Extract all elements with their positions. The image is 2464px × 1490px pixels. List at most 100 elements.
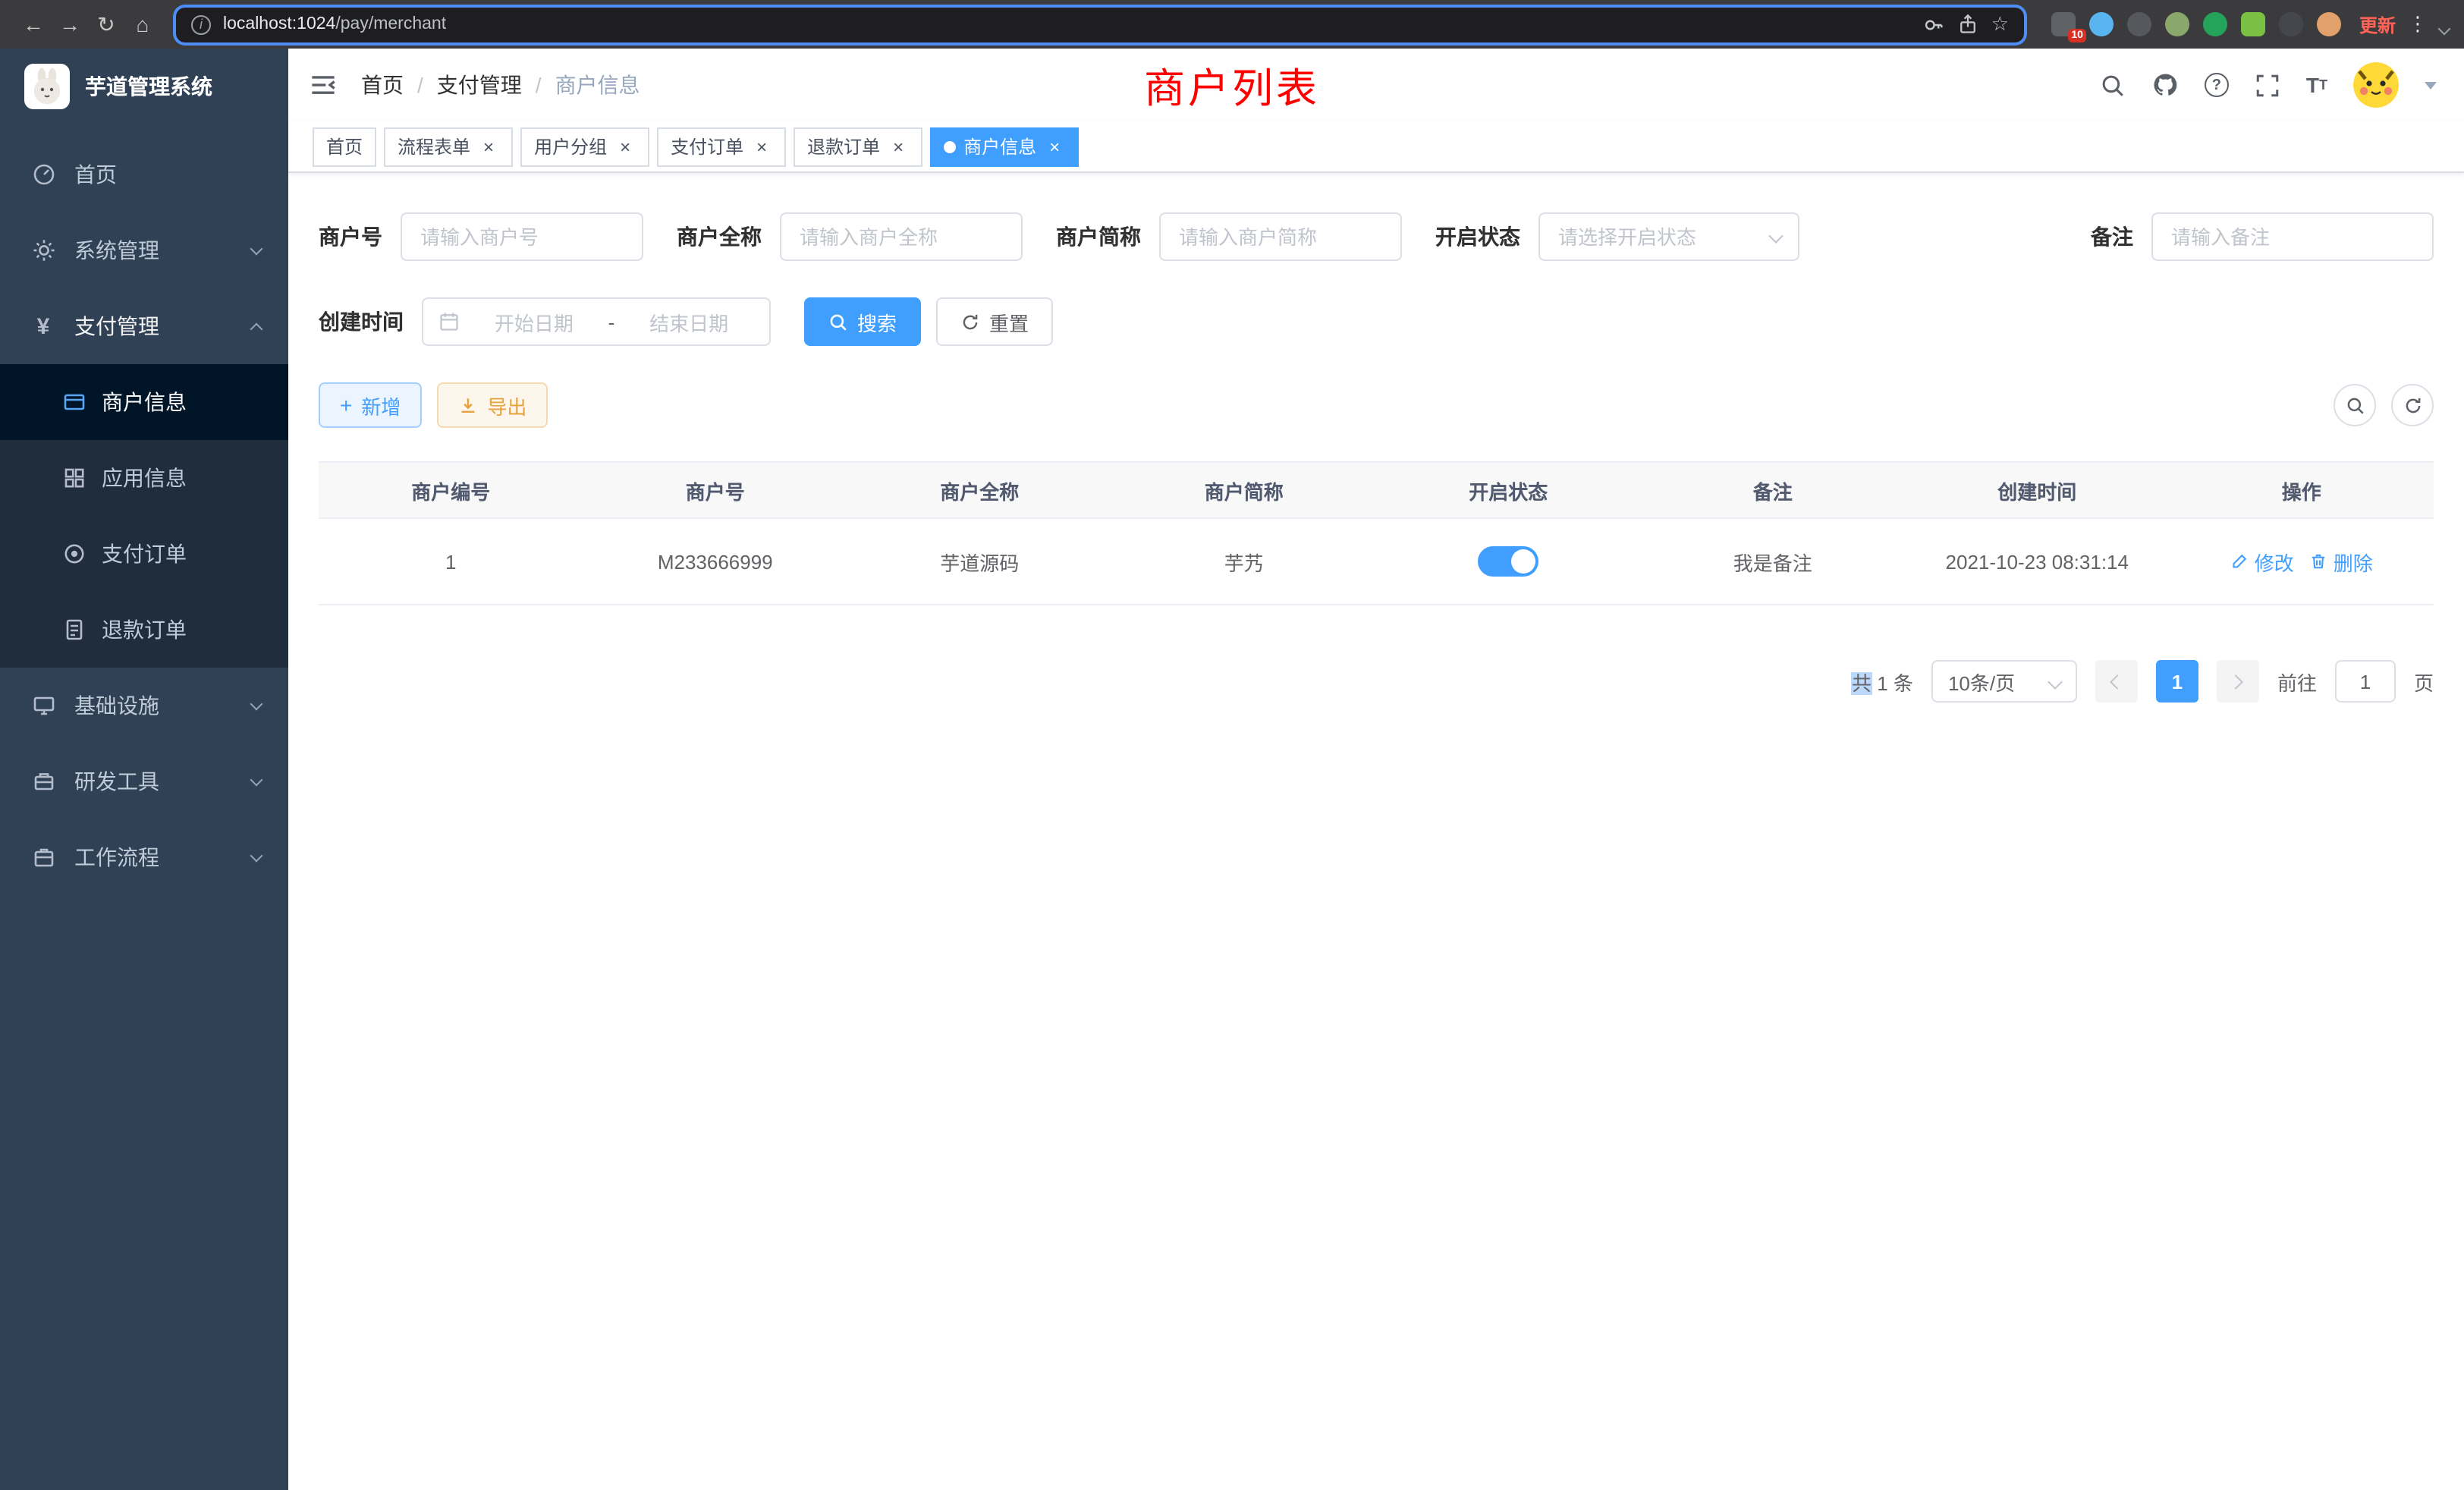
breadcrumb-payment[interactable]: 支付管理 (437, 70, 522, 100)
app-logo[interactable]: 芋道管理系统 (0, 49, 288, 124)
site-info-icon[interactable]: i (191, 14, 211, 34)
sidebar-item-refund-orders[interactable]: 退款订单 (0, 592, 288, 668)
github-icon[interactable] (2151, 71, 2179, 99)
tab-close-icon[interactable]: × (478, 136, 499, 157)
reset-button[interactable]: 重置 (936, 297, 1053, 346)
sidebar-item-home[interactable]: 首页 (0, 137, 288, 212)
edit-link[interactable]: 修改 (2230, 547, 2294, 576)
delete-link[interactable]: 删除 (2309, 547, 2373, 576)
status-select[interactable] (1538, 212, 1799, 261)
share-icon[interactable] (1958, 14, 1979, 35)
sidebar-toggle-icon[interactable] (310, 71, 337, 99)
toggle-search-icon[interactable] (2334, 384, 2376, 426)
extension-icon-6[interactable] (2241, 12, 2265, 36)
url-host: localhost:1024 (223, 15, 335, 33)
chevron-down-icon (250, 697, 263, 710)
search-icon[interactable] (2100, 72, 2126, 98)
cell-created-at: 2021-10-23 08:31:14 (1905, 519, 2170, 604)
tab-close-icon[interactable]: × (614, 136, 636, 157)
tags-view-bar: 首页 流程表单× 用户分组 × 支付订单× 退款订单 × 商户信息× (288, 121, 2464, 173)
extension-icon-3[interactable] (2127, 12, 2151, 36)
page-size-select[interactable]: 10条/页 (1931, 660, 2077, 703)
fullscreen-icon[interactable] (2255, 72, 2280, 98)
tab-home[interactable]: 首页 (313, 127, 376, 166)
total-rest: 1 条 (1877, 671, 1913, 694)
tab-close-icon[interactable]: × (751, 136, 772, 157)
export-button[interactable]: 导出 (437, 382, 548, 428)
status-toggle[interactable] (1478, 546, 1538, 577)
page-number-button[interactable]: 1 (2156, 660, 2198, 703)
breadcrumb-home[interactable]: 首页 (361, 70, 404, 100)
tab-payment-orders[interactable]: 支付订单× (657, 127, 786, 166)
next-page-button[interactable] (2217, 660, 2259, 703)
extension-icon-4[interactable] (2165, 12, 2189, 36)
search-button[interactable]: 搜索 (804, 297, 921, 346)
extension-icon-2[interactable] (2089, 12, 2114, 36)
extension-icon-8[interactable] (2317, 12, 2341, 36)
tab-process-form[interactable]: 流程表单× (384, 127, 513, 166)
toolbar-caret-icon[interactable] (2438, 23, 2451, 36)
sidebar-item-workflow[interactable]: 工作流程 (0, 819, 288, 895)
tab-user-group[interactable]: 用户分组 × (520, 127, 649, 166)
end-date-placeholder: 结束日期 (624, 307, 754, 336)
sidebar-item-label: 研发工具 (74, 766, 234, 797)
date-range-picker[interactable]: 开始日期 - 结束日期 (422, 297, 771, 346)
target-icon (61, 541, 86, 567)
url-text[interactable]: localhost:1024/pay/merchant (223, 15, 1911, 33)
goto-page-input[interactable] (2335, 660, 2396, 703)
extension-icon-1[interactable]: 10 (2051, 12, 2076, 36)
browser-update-button[interactable]: 更新 (2359, 11, 2396, 37)
sidebar-item-infrastructure[interactable]: 基础设施 (0, 668, 288, 743)
screen: ← → ↻ ⌂ i localhost:1024/pay/merchant ☆ … (0, 0, 2464, 1490)
font-size-icon[interactable]: TT (2306, 73, 2327, 97)
prev-page-button[interactable] (2095, 660, 2138, 703)
merchant-no-input[interactable] (401, 212, 643, 261)
tab-close-icon[interactable]: × (888, 136, 909, 157)
sidebar-item-merchant-info[interactable]: 商户信息 (0, 364, 288, 440)
monitor-icon (30, 693, 56, 718)
top-navbar: 首页 / 支付管理 / 商户信息 商户列表 ? (288, 49, 2464, 121)
short-name-input[interactable] (1159, 212, 1402, 261)
url-bar[interactable]: i localhost:1024/pay/merchant ☆ (176, 7, 2024, 42)
sidebar-item-label: 商户信息 (102, 387, 187, 417)
tab-label: 退款订单 (807, 134, 880, 159)
extension-icon-7[interactable] (2279, 12, 2303, 36)
short-name-label: 商户简称 (1056, 222, 1141, 252)
sidebar-item-dev-tools[interactable]: 研发工具 (0, 743, 288, 819)
extension-badge: 10 (2068, 29, 2086, 42)
page-unit-label: 页 (2414, 667, 2434, 696)
chevron-down-icon (250, 242, 263, 255)
browser-forward-button[interactable]: → (52, 12, 88, 36)
password-key-icon[interactable] (1923, 13, 1946, 36)
browser-reload-button[interactable]: ↻ (88, 11, 124, 37)
sidebar-item-payment[interactable]: ¥ 支付管理 (0, 288, 288, 364)
table-right-tools (2334, 384, 2434, 426)
avatar-caret-icon[interactable] (2425, 81, 2437, 89)
remark-input[interactable] (2151, 212, 2434, 261)
add-button[interactable]: + 新增 (319, 382, 422, 428)
sidebar-item-payment-orders[interactable]: 支付订单 (0, 516, 288, 592)
browser-home-button[interactable]: ⌂ (124, 12, 161, 36)
sidebar-menu: 首页 系统管理 ¥ 支付管理 (0, 124, 288, 1490)
navbar-actions: ? TT (2100, 62, 2437, 108)
full-name-input[interactable] (780, 212, 1023, 261)
tab-close-icon[interactable]: × (1044, 136, 1065, 157)
tab-label: 用户分组 (534, 134, 607, 159)
user-avatar[interactable] (2353, 62, 2399, 108)
help-icon[interactable]: ? (2205, 73, 2229, 97)
bookmark-star-icon[interactable]: ☆ (1991, 12, 2009, 36)
breadcrumb: 首页 / 支付管理 / 商户信息 (361, 70, 640, 100)
table-toolbar: + 新增 导出 (319, 382, 2434, 428)
tab-refund-orders[interactable]: 退款订单 × (794, 127, 922, 166)
sidebar-item-system[interactable]: 系统管理 (0, 212, 288, 288)
refresh-icon[interactable] (2391, 384, 2434, 426)
browser-back-button[interactable]: ← (15, 12, 52, 36)
breadcrumb-separator: / (417, 73, 423, 97)
total-prefix: 共 (1852, 671, 1872, 694)
page-size-value: 10条/页 (1948, 667, 2015, 696)
browser-menu-icon[interactable]: ⋮ (2408, 12, 2428, 36)
total-count: 共 1 条 (1852, 667, 1913, 696)
tab-merchant-info[interactable]: 商户信息× (930, 127, 1079, 166)
extension-icon-5[interactable] (2203, 12, 2227, 36)
sidebar-item-app-info[interactable]: 应用信息 (0, 440, 288, 516)
